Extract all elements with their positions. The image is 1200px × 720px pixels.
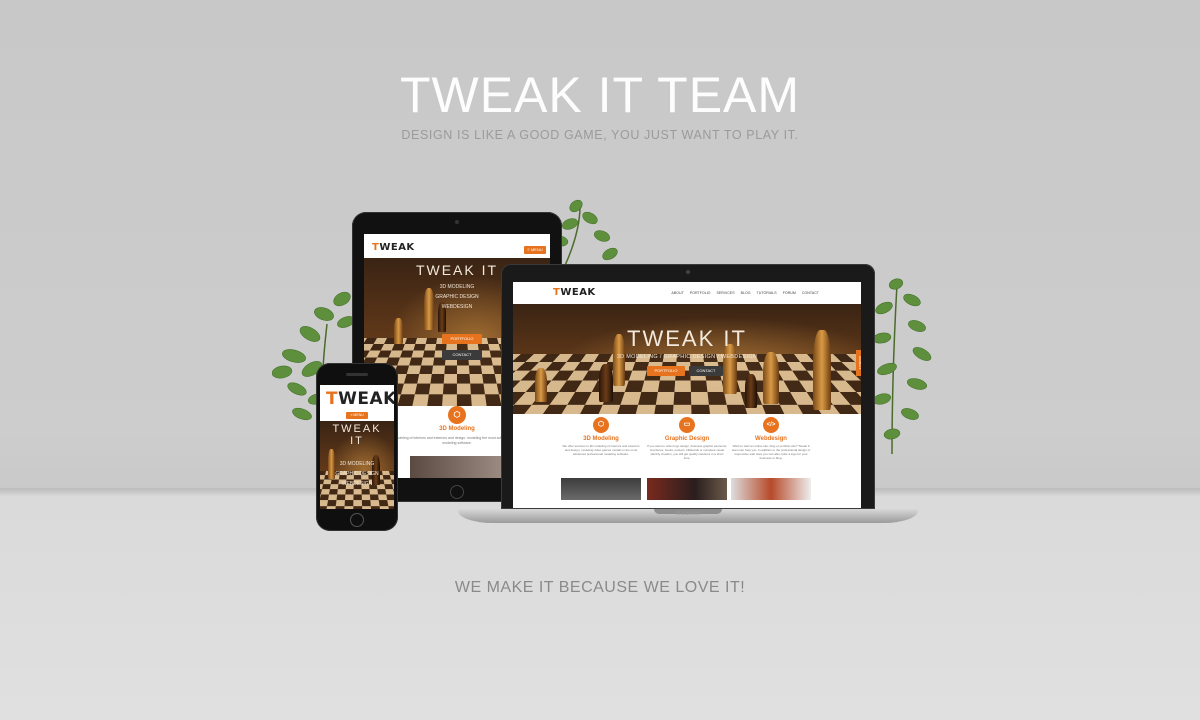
tablet-logo[interactable]: TWEAK	[372, 242, 415, 253]
phone-tagline-3: WEBDESIGN	[341, 481, 373, 487]
hero-tagline: WE MAKE IT BECAUSE WE LOVE IT!	[454, 579, 746, 596]
laptop-logo[interactable]: TWEAK	[553, 287, 596, 298]
nav-contact[interactable]: CONTACT	[802, 291, 819, 295]
tablet-home-button	[450, 485, 464, 499]
service-title-3d: 3D Modeling	[583, 436, 619, 442]
nav-about[interactable]: ABOUT	[671, 291, 683, 295]
cube-icon: ⬡	[593, 417, 609, 433]
service-text-3d: We offer services in 3D modeling of inte…	[562, 444, 640, 456]
phone-tagline-2: GRAPHIC DESIGN	[335, 471, 379, 477]
phone-home-button	[350, 513, 364, 527]
laptop-nav: TWEAK ABOUT PORTFOLIO SERVICES BLOG TUTO…	[513, 282, 861, 304]
tablet-thumbnail[interactable]	[410, 456, 504, 478]
laptop-portfolio-button[interactable]: PORTFOLIO	[647, 366, 685, 376]
laptop-site-tagline: 3D MODELING / GRAPHIC DESIGN / WEBDESIGN	[616, 354, 758, 360]
hero-subtitle: DESIGN IS LIKE A GOOD GAME, YOU JUST WAN…	[401, 128, 799, 142]
hero-title: TWEAK IT TEAM	[399, 67, 801, 123]
feedback-tab[interactable]: FEEDBACK	[856, 350, 861, 376]
laptop-screen: TWEAK ABOUT PORTFOLIO SERVICES BLOG TUTO…	[513, 282, 861, 508]
phone-screen: TWEAK ≡ MENU TWEAK IT 3D MODELING GRAPHI…	[320, 385, 394, 509]
phone-site-title-2: IT	[350, 435, 364, 447]
tablet-camera	[455, 220, 459, 224]
phone-device: TWEAK ≡ MENU TWEAK IT 3D MODELING GRAPHI…	[316, 363, 398, 531]
tablet-nav: TWEAK ≡ MENU	[364, 234, 550, 258]
laptop-contact-button[interactable]: CONTACT	[689, 366, 723, 376]
phone-logo[interactable]: TWEAK	[326, 389, 394, 409]
code-icon: </>	[763, 417, 779, 433]
tablet-cube-icon: ⬡	[448, 406, 466, 424]
monitor-icon: ▭	[679, 417, 695, 433]
laptop-nav-menu: ABOUT PORTFOLIO SERVICES BLOG TUTORIALS …	[671, 291, 819, 295]
phone-tagline-1: 3D MODELING	[339, 461, 375, 467]
nav-forum[interactable]: FORUM	[783, 291, 796, 295]
laptop-hero: TWEAK IT 3D MODELING / GRAPHIC DESIGN / …	[513, 304, 861, 414]
nav-services[interactable]: SERVICES	[716, 291, 734, 295]
service-title-web: Webdesign	[755, 436, 787, 442]
laptop-site-title: TWEAK IT	[627, 326, 747, 351]
phone-site-title-1: TWEAK	[332, 423, 382, 435]
thumbnail-web[interactable]	[731, 478, 811, 500]
tablet-contact-button[interactable]: CONTACT	[442, 350, 482, 360]
laptop-camera	[686, 270, 690, 274]
laptop-device: TWEAK ABOUT PORTFOLIO SERVICES BLOG TUTO…	[501, 264, 875, 509]
thumbnail-graphic[interactable]	[647, 478, 727, 500]
phone-speaker	[346, 373, 368, 376]
laptop-label: MacBook	[675, 511, 701, 517]
tablet-portfolio-button[interactable]: PORTFOLIO	[442, 334, 482, 344]
thumbnail-3d[interactable]	[561, 478, 641, 500]
phone-hero: TWEAK IT 3D MODELING GRAPHIC DESIGN WEBD…	[320, 421, 394, 509]
service-title-graphic: Graphic Design	[664, 436, 710, 442]
phone-menu-button[interactable]: ≡ MENU	[346, 412, 368, 419]
nav-tutorials[interactable]: TUTORIALS	[757, 291, 777, 295]
service-text-web: Want to start an online site, blog or po…	[731, 444, 811, 460]
nav-portfolio[interactable]: PORTFOLIO	[690, 291, 711, 295]
phone-nav: TWEAK ≡ MENU	[320, 385, 394, 419]
tablet-menu-button[interactable]: ≡ MENU	[524, 246, 546, 254]
laptop-base: MacBook	[458, 509, 918, 523]
service-text-graphic: If you want to order logo design, busine…	[647, 444, 727, 460]
nav-blog[interactable]: BLOG	[741, 291, 751, 295]
